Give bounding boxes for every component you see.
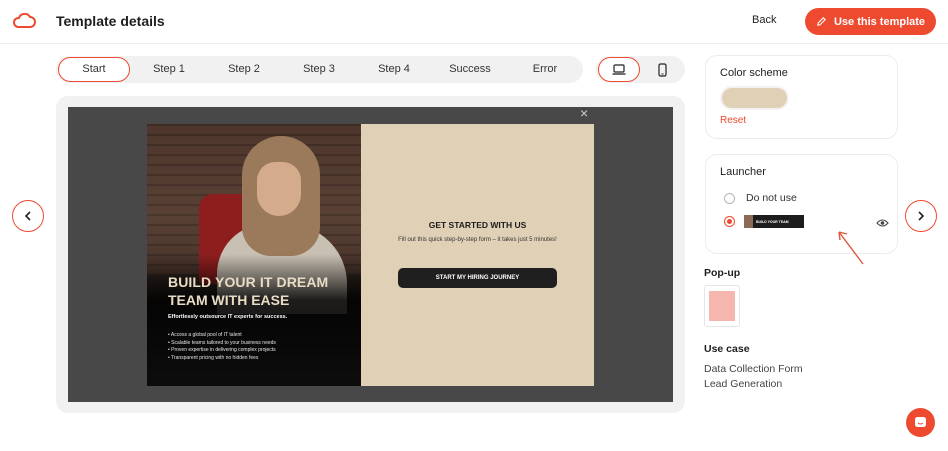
tab-step-4[interactable]: Step 4 (361, 56, 427, 83)
bullet-item: • Transparent pricing with no hidden fee… (168, 354, 259, 361)
step-tabs: Start Step 1 Step 2 Step 3 Step 4 Succes… (56, 56, 583, 83)
launcher-thumb-text: BUILD YOUR TEAM (756, 219, 789, 224)
cloud-logo-icon[interactable] (12, 13, 36, 29)
chevron-right-icon (918, 211, 925, 221)
launcher-title: Launcher (720, 166, 766, 178)
bullet-item: • Scalable teams tailored to your busine… (168, 339, 276, 346)
desktop-icon (612, 64, 626, 75)
pointer-arrow-icon (838, 231, 864, 265)
pencil-icon (817, 17, 826, 26)
use-template-label: Use this template (833, 15, 926, 28)
launcher-banner-thumbnail[interactable]: BUILD YOUR TEAM (744, 215, 804, 228)
popup-cta-text: Fill out this quick step-by-step form – … (398, 237, 557, 243)
tab-step-2[interactable]: Step 2 (211, 56, 277, 83)
reset-link[interactable]: Reset (720, 115, 746, 126)
color-scheme-title: Color scheme (720, 67, 788, 79)
tab-start[interactable]: Start (58, 57, 130, 82)
popup-section-title: Pop-up (704, 267, 741, 279)
color-swatch[interactable] (720, 86, 789, 110)
popup-bullet-list: • Access a global pool of IT talent • Sc… (168, 332, 276, 362)
popup-preview: BUILD YOUR IT DREAM TEAM WITH EASE Effor… (147, 124, 594, 386)
popup-cta-button[interactable]: START MY HIRING JOURNEY (398, 268, 557, 288)
chat-icon (915, 417, 926, 427)
back-button[interactable]: Back (752, 14, 776, 26)
popup-thumbnail-preview (709, 291, 735, 321)
popup-headline-line-2: TEAM WITH EASE (168, 292, 290, 308)
popup-image-panel: BUILD YOUR IT DREAM TEAM WITH EASE Effor… (147, 124, 361, 386)
popup-subheadline: Effortlessly outsource IT experts for su… (168, 314, 288, 320)
app-header: Template details Back Use this template (0, 0, 948, 44)
use-case-item: Lead Generation (704, 378, 783, 390)
mobile-view-button[interactable] (641, 57, 683, 82)
chat-launcher-button[interactable] (906, 408, 935, 437)
page-title: Template details (56, 13, 165, 29)
desktop-view-button[interactable] (598, 57, 640, 82)
tab-error[interactable]: Error (514, 56, 576, 83)
tab-step-1[interactable]: Step 1 (136, 56, 202, 83)
launcher-thumb-photo (744, 215, 753, 228)
popup-cta-title: GET STARTED WITH US (428, 220, 527, 230)
tab-success[interactable]: Success (436, 56, 504, 83)
use-case-title: Use case (704, 343, 750, 355)
next-template-button[interactable] (905, 200, 937, 232)
eye-icon[interactable] (876, 218, 889, 228)
bullet-item: • Access a global pool of IT talent (168, 332, 242, 338)
popup-close-icon[interactable]: × (580, 105, 588, 121)
launcher-option-banner-radio[interactable] (724, 216, 735, 227)
popup-content-panel: GET STARTED WITH US Fill out this quick … (361, 124, 594, 386)
tab-step-3[interactable]: Step 3 (286, 56, 352, 83)
popup-headline-line-1: BUILD YOUR IT DREAM (168, 274, 329, 290)
use-case-item: Data Collection Form (704, 363, 803, 375)
mobile-icon (657, 62, 667, 77)
chevron-left-icon (24, 211, 31, 221)
previous-template-button[interactable] (12, 200, 44, 232)
launcher-option-none-label[interactable]: Do not use (746, 192, 797, 204)
popup-thumbnail[interactable] (704, 285, 740, 327)
launcher-option-none-radio[interactable] (724, 193, 735, 204)
photo-person-face (257, 162, 301, 216)
device-switcher (596, 56, 685, 83)
bullet-item: • Proven expertise in delivering complex… (168, 347, 276, 353)
use-template-button[interactable]: Use this template (805, 8, 936, 35)
